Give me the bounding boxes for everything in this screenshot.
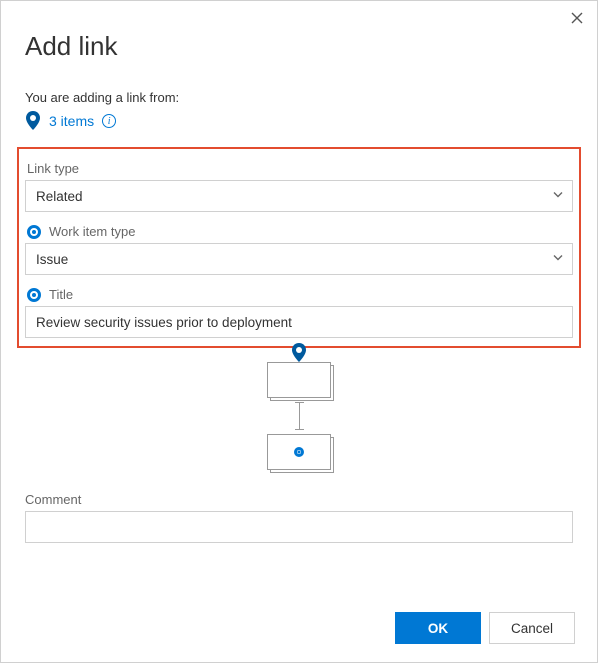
source-items-row: 3 items i (25, 111, 573, 131)
pin-icon (25, 111, 41, 131)
work-item-type-label-row: Work item type (27, 224, 573, 239)
close-button[interactable] (571, 11, 583, 27)
dialog-content: Add link You are adding a link from: 3 i… (1, 1, 597, 563)
close-icon (571, 12, 583, 24)
ok-button[interactable]: OK (395, 612, 481, 644)
comment-label: Comment (25, 492, 573, 507)
link-type-value: Related (36, 189, 83, 204)
info-icon[interactable]: i (102, 114, 116, 128)
title-label: Title (49, 287, 73, 302)
link-type-dropdown[interactable]: Related (25, 180, 573, 212)
pin-icon (291, 343, 307, 368)
dialog-title: Add link (25, 31, 573, 62)
highlighted-fields-region: Link type Related Work item type Issue T… (17, 147, 581, 348)
work-item-type-value: Issue (36, 252, 68, 267)
title-value: Review security issues prior to deployme… (36, 315, 292, 330)
chevron-down-icon (552, 189, 564, 204)
title-label-row: Title (27, 287, 573, 302)
source-subtitle: You are adding a link from: (25, 90, 573, 105)
work-item-type-dropdown[interactable]: Issue (25, 243, 573, 275)
target-icon (27, 288, 41, 302)
relationship-diagram (25, 362, 573, 470)
dialog-buttons: OK Cancel (395, 612, 575, 644)
items-count-link[interactable]: 3 items (49, 113, 94, 129)
target-icon (27, 225, 41, 239)
title-input[interactable]: Review security issues prior to deployme… (25, 306, 573, 338)
chevron-down-icon (552, 252, 564, 267)
diagram-connector (299, 402, 300, 430)
link-type-label: Link type (27, 161, 573, 176)
comment-input[interactable] (25, 511, 573, 543)
target-icon (294, 447, 304, 457)
cancel-button[interactable]: Cancel (489, 612, 575, 644)
diagram-source-box (267, 362, 331, 398)
work-item-type-label: Work item type (49, 224, 135, 239)
diagram-target-box (267, 434, 331, 470)
